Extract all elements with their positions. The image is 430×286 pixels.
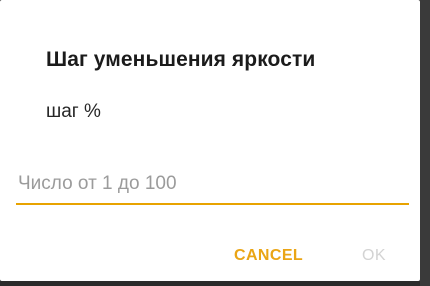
ok-button[interactable]: OK bbox=[362, 238, 386, 274]
background-edge bbox=[420, 0, 430, 286]
input-underline bbox=[16, 203, 409, 205]
brightness-step-dialog: Шаг уменьшения яркости шаг % CANCEL OK bbox=[0, 0, 420, 281]
dialog-actions: CANCEL OK bbox=[0, 238, 420, 274]
step-input[interactable] bbox=[16, 166, 409, 202]
dialog-message: шаг % bbox=[46, 101, 101, 122]
dialog-title: Шаг уменьшения яркости bbox=[46, 48, 316, 71]
cancel-button[interactable]: CANCEL bbox=[234, 238, 303, 274]
step-input-container bbox=[16, 166, 409, 206]
